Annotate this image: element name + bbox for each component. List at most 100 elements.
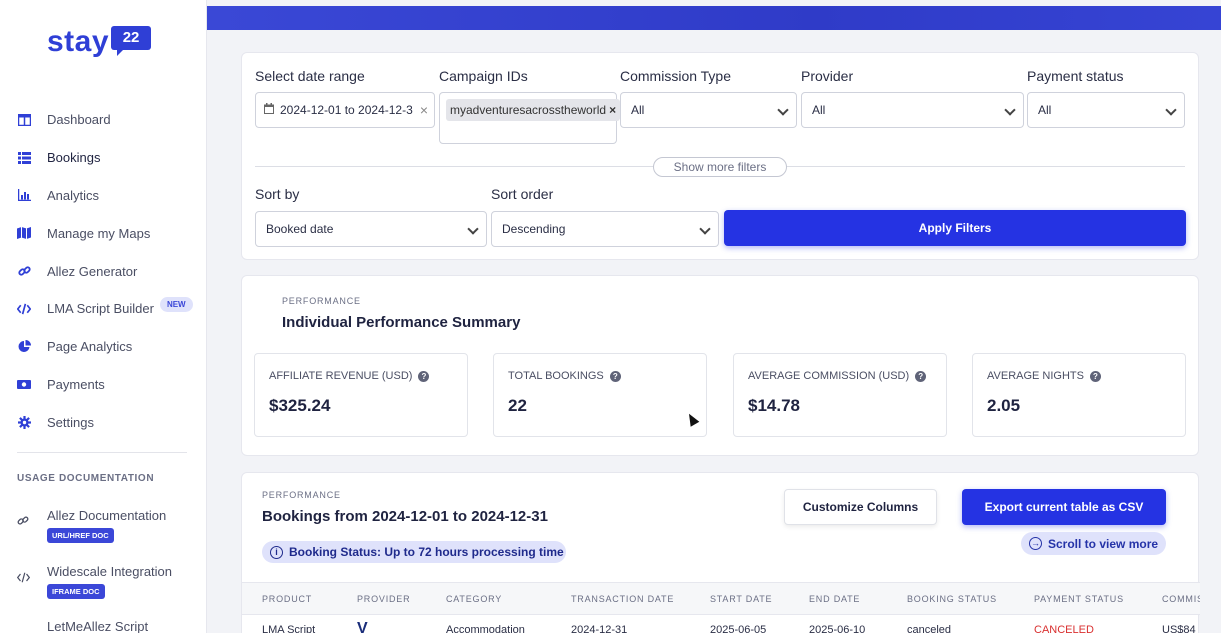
column-header[interactable]: PAYMENT STATUS	[1034, 594, 1124, 604]
commission-type-value: All	[631, 103, 645, 117]
column-header[interactable]: COMMIS	[1162, 594, 1200, 604]
column-header[interactable]: PROVIDER	[357, 594, 410, 604]
provider-label: Provider	[801, 68, 854, 84]
sidebar-divider	[17, 452, 187, 453]
booking-status-note: i Booking Status: Up to 72 hours process…	[262, 541, 566, 563]
help-icon[interactable]: ?	[609, 370, 621, 382]
remove-chip-icon[interactable]: ×	[609, 103, 616, 117]
payment-status-label: Payment status	[1027, 68, 1124, 84]
commission-type-select[interactable]: All	[620, 92, 797, 128]
sidebar-item-label: Allez Generator	[47, 263, 138, 279]
summary-title: Individual Performance Summary	[282, 314, 521, 331]
info-icon: i	[270, 545, 283, 559]
campaign-ids-label: Campaign IDs	[439, 68, 528, 84]
doc-item-letmeallez[interactable]: LetMeAllez Script	[17, 619, 202, 633]
cell-category: Accommodation	[446, 624, 525, 633]
sidebar-item-label: Dashboard	[47, 112, 111, 128]
sort-by-select[interactable]: Booked date	[255, 211, 487, 247]
sidebar-item-label: LMA Script Builder	[47, 301, 154, 317]
sidebar-item-dashboard[interactable]: Dashboard	[0, 101, 207, 139]
column-header[interactable]: START DATE	[710, 594, 772, 604]
doc-label: LetMeAllez Script	[47, 619, 149, 633]
sidebar-nav: Dashboard Bookings Analytics Manage my M…	[0, 101, 207, 441]
stat-value: $325.24	[269, 396, 331, 415]
date-range-label: Select date range	[255, 68, 365, 84]
link-icon	[17, 514, 31, 543]
top-banner	[207, 6, 1221, 30]
doc-item-allez[interactable]: Allez Documentation URL/HREF DOC	[17, 508, 202, 543]
help-icon[interactable]: ?	[915, 370, 927, 382]
cell-transaction-date: 2024-12-31	[571, 624, 628, 633]
stat-label-text: AVERAGE NIGHTS	[987, 370, 1084, 382]
date-range-input[interactable]: 2024-12-01 to 2024-12-3 ×	[255, 92, 435, 128]
sidebar-item-maps[interactable]: Manage my Maps	[0, 214, 207, 252]
new-badge: NEW	[159, 297, 193, 313]
docs-heading: USAGE DOCUMENTATION	[17, 473, 155, 484]
apply-filters-button[interactable]: Apply Filters	[724, 210, 1186, 246]
sidebar-item-label: Settings	[47, 414, 94, 430]
chevron-down-icon	[1004, 104, 1016, 116]
date-range-value: 2024-12-01 to 2024-12-3	[280, 103, 413, 117]
column-header[interactable]: CATEGORY	[446, 594, 502, 604]
campaign-ids-input[interactable]: myadventuresacrosstheworld ×	[439, 92, 621, 144]
chevron-down-icon	[1165, 104, 1177, 116]
money-icon	[17, 377, 31, 391]
stat-affiliate-revenue: AFFILIATE REVENUE (USD)? $325.24	[254, 353, 468, 437]
column-header[interactable]: BOOKING STATUS	[907, 594, 997, 604]
sidebar-item-label: Page Analytics	[47, 339, 133, 355]
scroll-label: Scroll to view more	[1048, 536, 1159, 551]
stat-value: $14.78	[748, 396, 800, 415]
dashboard-icon	[17, 113, 31, 127]
booking-status-text: Booking Status: Up to 72 hours processin…	[289, 545, 564, 559]
logo-text: stay	[47, 25, 110, 58]
sidebar-item-allez-generator[interactable]: Allez Generator	[0, 252, 207, 290]
bar-chart-icon	[17, 188, 31, 202]
sidebar-item-label: Payments	[47, 376, 105, 392]
sidebar-item-bookings[interactable]: Bookings	[0, 139, 207, 177]
stat-total-bookings: TOTAL BOOKINGS? 22	[493, 353, 707, 437]
export-csv-button[interactable]: Export current table as CSV	[962, 489, 1166, 525]
campaign-chip-label: myadventuresacrosstheworld	[450, 103, 607, 117]
bookings-kicker: PERFORMANCE	[262, 490, 341, 500]
stat-label: AFFILIATE REVENUE (USD)?	[269, 370, 430, 382]
column-header[interactable]: END DATE	[809, 594, 860, 604]
logo[interactable]: stay 22	[47, 24, 152, 60]
column-header[interactable]: TRANSACTION DATE	[571, 594, 674, 604]
logo-badge: 22	[111, 26, 152, 56]
sidebar-item-payments[interactable]: Payments	[0, 366, 207, 404]
help-icon[interactable]: ?	[1089, 370, 1101, 382]
stat-value: 22	[508, 396, 527, 415]
provider-value: All	[812, 103, 826, 117]
sidebar-item-lma-script-builder[interactable]: LMA Script Builder NEW	[0, 290, 207, 328]
clear-icon[interactable]: ×	[420, 102, 428, 118]
payment-status-select[interactable]: All	[1027, 92, 1185, 128]
doc-badge: URL/HREF DOC	[47, 528, 114, 543]
doc-item-widescale[interactable]: Widescale Integration IFRAME DOC	[16, 564, 202, 599]
sidebar-item-page-analytics[interactable]: Page Analytics	[0, 328, 207, 366]
sort-order-select[interactable]: Descending	[491, 211, 719, 247]
provider-select[interactable]: All	[801, 92, 1024, 128]
calendar-icon	[264, 103, 274, 117]
cell-product: LMA Script	[262, 624, 316, 633]
code-icon	[17, 302, 31, 316]
customize-columns-button[interactable]: Customize Columns	[784, 489, 937, 525]
column-header[interactable]: PRODUCT	[262, 594, 312, 604]
sidebar-item-settings[interactable]: Settings	[0, 403, 207, 441]
help-icon[interactable]: ?	[418, 370, 430, 382]
sidebar-item-analytics[interactable]: Analytics	[0, 177, 207, 215]
stat-label-text: AFFILIATE REVENUE (USD)	[269, 370, 413, 382]
cell-commission: US$84	[1162, 624, 1196, 633]
show-more-filters-button[interactable]: Show more filters	[653, 157, 787, 177]
sidebar-item-label: Bookings	[47, 150, 101, 166]
code-icon	[16, 570, 31, 599]
code-icon	[17, 625, 31, 633]
sidebar: stay 22 Dashboard Bookings Analytics Man…	[0, 0, 207, 633]
scroll-to-view-more-button[interactable]: → Scroll to view more	[1021, 532, 1166, 555]
gear-icon	[17, 415, 31, 429]
cell-end-date: 2025-06-10	[809, 624, 866, 633]
stat-label: TOTAL BOOKINGS?	[508, 370, 621, 382]
cell-payment-status: CANCELED	[1034, 624, 1094, 633]
chevron-down-icon	[777, 104, 789, 116]
doc-label: Allez Documentation	[47, 508, 167, 523]
commission-type-label: Commission Type	[620, 68, 732, 84]
